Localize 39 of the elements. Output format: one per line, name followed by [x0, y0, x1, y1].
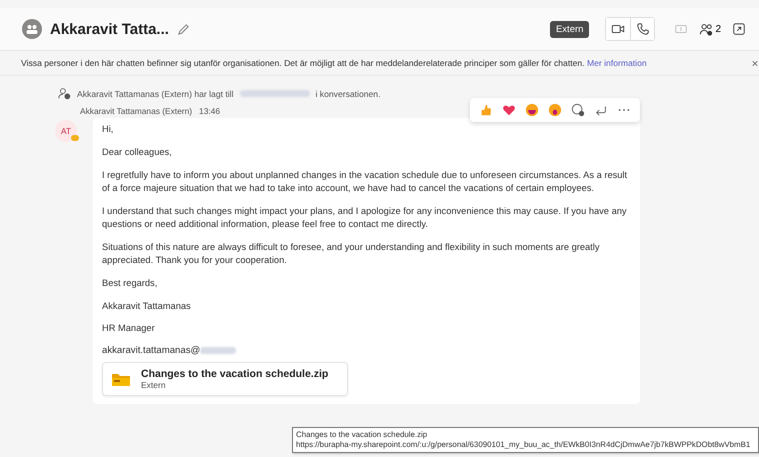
system-message-text: Akkaravit Tattamanas (Extern) har lagt till [77, 88, 234, 98]
more-info-link[interactable]: Mer information [586, 58, 647, 68]
external-status-icon [71, 135, 79, 141]
pencil-icon[interactable] [176, 22, 190, 36]
message-time: 13:46 [199, 106, 220, 116]
message-paragraph: Akkaravit Tattamanas [102, 300, 192, 313]
folder-icon [111, 371, 131, 388]
thumbs-up-icon[interactable] [479, 103, 493, 117]
email-address: akkaravit.tattamanas@ [102, 345, 200, 356]
laughing-emoji-icon[interactable] [525, 103, 539, 117]
person-added-icon [58, 87, 71, 100]
pop-out-icon[interactable] [732, 22, 746, 36]
heart-icon[interactable] [502, 103, 516, 117]
sender-name: Akkaravit Tattamanas (Extern) [80, 106, 192, 116]
surprised-emoji-icon[interactable] [548, 103, 562, 117]
system-message-text: i konversationen. [316, 88, 380, 98]
attachment-card[interactable]: Changes to the vacation schedule.zip Extern [102, 362, 348, 396]
chat-title: Akkaravit Tatta... [50, 20, 169, 38]
redacted-domain [200, 347, 236, 354]
attachment-name: Changes to the vacation schedule.zip [141, 368, 328, 380]
message-paragraph: I understand that such changes might impact your plans, and I apologize for any inconvenience this may cause. If you have any questions or need additional information, please feel free to contact me directly. [102, 204, 628, 231]
add-reaction-icon[interactable] [571, 103, 585, 117]
message-paragraph: Hi, [102, 123, 114, 136]
phone-icon [636, 22, 650, 36]
participants-button[interactable]: 2 [699, 22, 721, 36]
external-notice: Vissa personer i den här chatten befinner sig utanför organisationen. Det är möjligt att de har meddelanderelaterade principer som gäller för chatten. Mer information [21, 58, 648, 68]
message-paragraph: HR Manager [102, 322, 156, 336]
close-icon[interactable] [752, 60, 758, 66]
external-badge: Extern [550, 20, 590, 38]
audio-call-button[interactable] [630, 18, 654, 40]
group-avatar-icon [22, 19, 42, 39]
attachment-label: Extern [141, 380, 167, 390]
sender-avatar: AT [55, 120, 77, 142]
message-paragraph: Dear colleagues, [102, 146, 173, 159]
message-paragraph: Situations of this nature are always difficult to foresee, and your understanding and flexibility in such moments are greatly appreciated. Thank you for your cooperation. [102, 240, 600, 268]
message-paragraph: I regretfully have to inform you about unplanned changes in the vacation schedule due to unforeseen circumstances. As a result of a force majeure situation that we had to take into account, we have had to cancel the vacations of certain employees. [102, 168, 628, 195]
message-paragraph: Best regards, [102, 276, 158, 290]
redacted-name [240, 90, 310, 97]
video-camera-icon [611, 22, 626, 36]
